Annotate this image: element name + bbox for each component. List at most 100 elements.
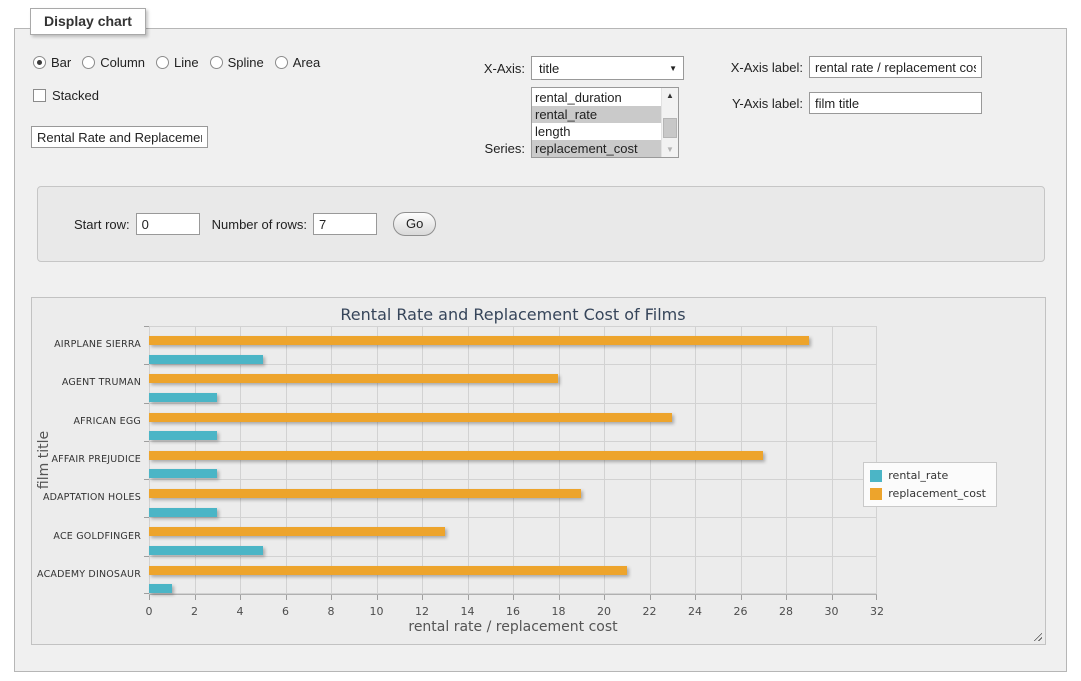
bar-rental_rate[interactable] [149, 508, 217, 517]
radio-button-icon[interactable] [82, 56, 95, 69]
chevron-down-icon: ▼ [669, 64, 677, 73]
page: Display chart BarColumnLineSplineArea St… [0, 0, 1081, 681]
chart-legend: rental_rate replacement_cost [863, 462, 997, 507]
chart-type-option-spline[interactable]: Spline [210, 55, 264, 70]
x-tick-mark [149, 595, 150, 600]
series-row: Series: rental_durationrental_ratelength… [431, 87, 679, 158]
x-tick-mark [331, 595, 332, 600]
bar-replacement_cost[interactable] [149, 527, 445, 536]
x-tick-label: 28 [779, 605, 793, 618]
y-category-label: AIRPLANE SIERRA [35, 339, 141, 350]
chart-type-option-line[interactable]: Line [156, 55, 199, 70]
y-category-label: AFRICAN EGG [35, 416, 141, 427]
y-tick-mark [144, 326, 149, 327]
x-tick-label: 26 [734, 605, 748, 618]
y-axis-label-input[interactable] [809, 92, 982, 114]
legend-label: rental_rate [888, 469, 948, 482]
x-tick-mark [240, 595, 241, 600]
bar-replacement_cost[interactable] [149, 489, 581, 498]
bar-rental_rate[interactable] [149, 546, 263, 555]
x-axis-title: rental rate / replacement cost [149, 619, 877, 635]
stacked-label: Stacked [52, 88, 99, 103]
start-row-input[interactable] [136, 213, 200, 235]
start-row-label: Start row: [74, 217, 130, 232]
bar-replacement_cost[interactable] [149, 374, 558, 383]
chart-title: Rental Rate and Replacement Cost of Film… [149, 305, 877, 324]
series-scrollbar[interactable]: ▲ ▼ [661, 88, 678, 157]
bar-replacement_cost[interactable] [149, 566, 627, 575]
radio-button-icon[interactable] [156, 56, 169, 69]
bar-rental_rate[interactable] [149, 584, 172, 593]
chart-type-option-column[interactable]: Column [82, 55, 145, 70]
y-tick-mark [144, 479, 149, 480]
bar-rental_rate[interactable] [149, 431, 217, 440]
go-button[interactable]: Go [393, 212, 436, 236]
y-gridline [149, 556, 877, 557]
bar-replacement_cost[interactable] [149, 451, 763, 460]
scrollbar-thumb[interactable] [663, 118, 677, 138]
scroll-up-icon[interactable]: ▲ [662, 88, 678, 103]
resize-grip-icon[interactable] [1032, 631, 1042, 641]
series-option-length[interactable]: length [532, 123, 661, 140]
x-tick-mark [195, 595, 196, 600]
y-gridline [149, 403, 877, 404]
bar-replacement_cost[interactable] [149, 336, 809, 345]
x-tick-mark [604, 595, 605, 600]
number-of-rows-label: Number of rows: [212, 217, 307, 232]
y-axis-label-label: Y-Axis label: [713, 96, 809, 111]
x-tick-mark [741, 595, 742, 600]
x-tick-mark [695, 595, 696, 600]
x-axis-label-label: X-Axis label: [713, 60, 809, 75]
row-range-panel: Start row: Number of rows: Go [37, 186, 1045, 262]
x-gridline [286, 326, 287, 594]
series-select-label: Series: [431, 141, 531, 158]
chart-panel: Rental Rate and Replacement Cost of Film… [31, 297, 1046, 645]
y-axis-label-row: Y-Axis label: [713, 92, 982, 114]
x-gridline [604, 326, 605, 594]
x-tick-mark [559, 595, 560, 600]
x-tick-label: 0 [146, 605, 153, 618]
series-option-replacement_cost[interactable]: replacement_cost [532, 140, 661, 157]
scroll-down-icon[interactable]: ▼ [662, 142, 678, 157]
bar-rental_rate[interactable] [149, 469, 217, 478]
x-axis-label-input[interactable] [809, 56, 982, 78]
y-category-label: ACE GOLDFINGER [35, 531, 141, 542]
x-gridline [559, 326, 560, 594]
y-gridline [149, 479, 877, 480]
number-of-rows-input[interactable] [313, 213, 377, 235]
chart-plot-area: 02468101214161820222426283032AIRPLANE SI… [149, 326, 877, 594]
x-tick-label: 2 [191, 605, 198, 618]
x-tick-mark [422, 595, 423, 600]
radio-button-icon[interactable] [33, 56, 46, 69]
chart-type-radio-group: Bar Column Line Spline Area [33, 55, 320, 70]
x-gridline [832, 326, 833, 594]
bar-rental_rate[interactable] [149, 393, 217, 402]
bar-rental_rate[interactable] [149, 355, 263, 364]
x-tick-label: 6 [282, 605, 289, 618]
chart-title-input[interactable] [31, 126, 208, 148]
x-gridline [513, 326, 514, 594]
y-tick-mark [144, 441, 149, 442]
radio-button-icon[interactable] [275, 56, 288, 69]
y-gridline [149, 517, 877, 518]
legend-item-replacement_cost[interactable]: replacement_cost [870, 487, 986, 500]
series-listbox[interactable]: rental_durationrental_ratelengthreplacem… [531, 87, 679, 158]
radio-label: Spline [228, 55, 264, 70]
x-gridline [786, 326, 787, 594]
stacked-option: Stacked [33, 88, 99, 103]
series-option-rental_duration[interactable]: rental_duration [532, 89, 661, 106]
stacked-checkbox[interactable] [33, 89, 46, 102]
radio-button-icon[interactable] [210, 56, 223, 69]
chart-type-option-area[interactable]: Area [275, 55, 320, 70]
bar-replacement_cost[interactable] [149, 413, 672, 422]
x-tick-label: 20 [597, 605, 611, 618]
legend-label: replacement_cost [888, 487, 986, 500]
legend-item-rental_rate[interactable]: rental_rate [870, 469, 986, 482]
series-option-rental_rate[interactable]: rental_rate [532, 106, 661, 123]
chart-type-option-bar[interactable]: Bar [33, 55, 71, 70]
y-category-label: ADAPTATION HOLES [35, 492, 141, 503]
x-axis-select[interactable]: title ▼ [531, 56, 684, 80]
x-tick-label: 12 [415, 605, 429, 618]
radio-label: Column [100, 55, 145, 70]
x-tick-label: 30 [825, 605, 839, 618]
